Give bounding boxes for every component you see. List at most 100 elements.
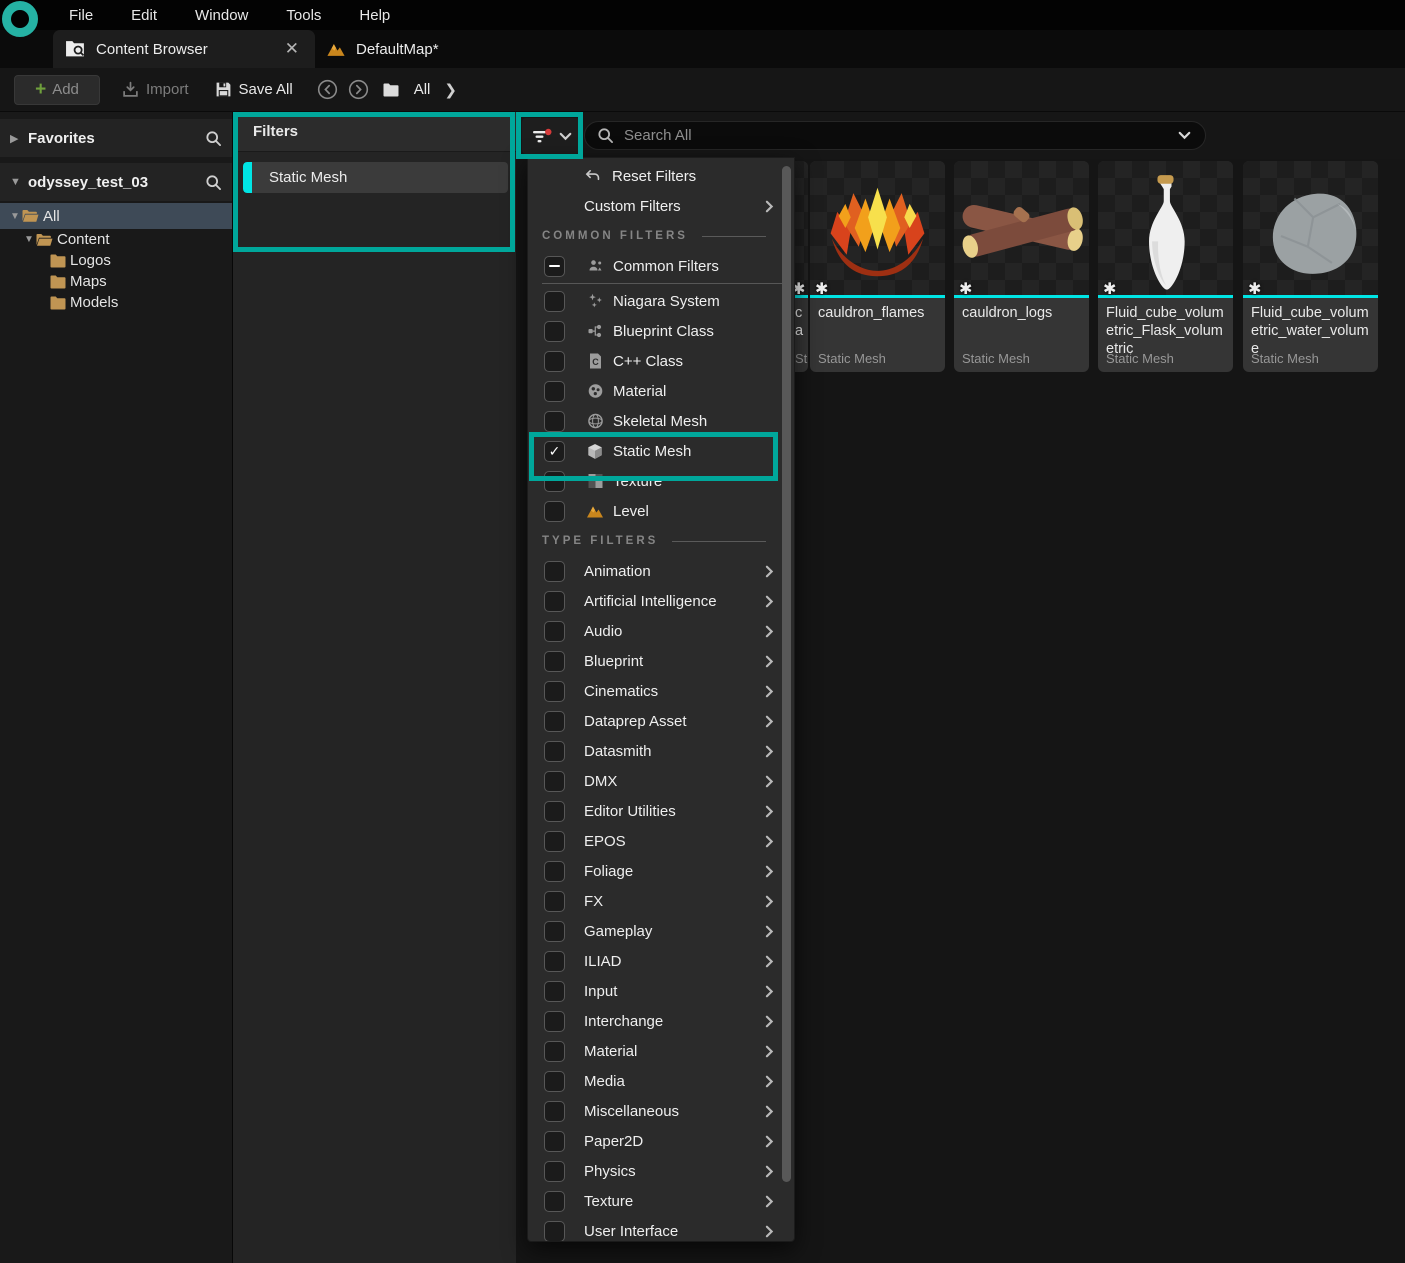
checkbox-unchecked[interactable] <box>544 381 565 402</box>
back-button[interactable] <box>317 79 338 100</box>
filter-item-niagara-system[interactable]: Niagara System <box>528 286 794 316</box>
search-options-chevron-icon[interactable] <box>1178 131 1191 140</box>
filter-item-animation[interactable]: Animation <box>528 556 794 586</box>
filter-item-iliad[interactable]: ILIAD <box>528 946 794 976</box>
checkbox-unchecked[interactable] <box>544 411 565 432</box>
search-input[interactable]: Search All <box>584 121 1206 150</box>
checkbox-unchecked[interactable] <box>544 591 565 612</box>
filter-item-fx[interactable]: FX <box>528 886 794 916</box>
filter-item-editor-utilities[interactable]: Editor Utilities <box>528 796 794 826</box>
close-tab-icon[interactable]: ✕ <box>281 39 303 59</box>
checkbox-unchecked[interactable] <box>544 291 565 312</box>
filter-item-level[interactable]: Level <box>528 496 794 526</box>
checkbox-unchecked[interactable] <box>544 1011 565 1032</box>
reset-filters-item[interactable]: Reset Filters <box>528 161 794 191</box>
search-icon[interactable] <box>205 130 222 147</box>
filter-item-input[interactable]: Input <box>528 976 794 1006</box>
filter-item-miscellaneous[interactable]: Miscellaneous <box>528 1096 794 1126</box>
app-logo-icon[interactable] <box>2 1 38 37</box>
checkbox-unchecked[interactable] <box>544 1041 565 1062</box>
checkbox-unchecked[interactable] <box>544 1131 565 1152</box>
checkbox-checked[interactable]: ✓ <box>544 441 565 462</box>
tree-item-models[interactable]: Models <box>0 292 232 313</box>
filter-item-blueprint-class[interactable]: Blueprint Class <box>528 316 794 346</box>
custom-filters-item[interactable]: Custom Filters <box>528 191 794 221</box>
filter-item-static-mesh[interactable]: ✓Static Mesh <box>528 436 794 466</box>
filter-item-dmx[interactable]: DMX <box>528 766 794 796</box>
checkbox-unchecked[interactable] <box>544 471 565 492</box>
forward-button[interactable] <box>348 79 369 100</box>
checkbox-unchecked[interactable] <box>544 741 565 762</box>
caret-down-icon[interactable]: ▼ <box>22 234 36 245</box>
asset-card-cauldron_flames[interactable]: ✱cauldron_flamesStatic Mesh <box>810 161 945 372</box>
filter-item-epos[interactable]: EPOS <box>528 826 794 856</box>
checkbox-unchecked[interactable] <box>544 861 565 882</box>
filter-item-material[interactable]: Material <box>528 376 794 406</box>
filter-item-physics[interactable]: Physics <box>528 1156 794 1186</box>
asset-card-cauldron_logs[interactable]: ✱cauldron_logsStatic Mesh <box>954 161 1089 372</box>
filter-item-media[interactable]: Media <box>528 1066 794 1096</box>
checkbox-unchecked[interactable] <box>544 981 565 1002</box>
checkbox-unchecked[interactable] <box>544 321 565 342</box>
favorites-header[interactable]: ▶ Favorites <box>0 119 232 157</box>
filter-item-material[interactable]: Material <box>528 1036 794 1066</box>
menu-window[interactable]: Window <box>176 2 267 29</box>
dropdown-scrollbar[interactable] <box>782 166 791 1182</box>
filter-item-gameplay[interactable]: Gameplay <box>528 916 794 946</box>
filter-item-texture[interactable]: Texture <box>528 466 794 496</box>
tab-defaultmap[interactable]: DefaultMap* <box>318 30 447 68</box>
tree-item-content[interactable]: ▼Content <box>0 229 232 250</box>
filter-item-c-class[interactable]: CC++ Class <box>528 346 794 376</box>
checkbox-unchecked[interactable] <box>544 351 565 372</box>
filter-item-artificial-intelligence[interactable]: Artificial Intelligence <box>528 586 794 616</box>
checkbox-unchecked[interactable] <box>544 921 565 942</box>
checkbox-unchecked[interactable] <box>544 651 565 672</box>
checkbox-unchecked[interactable] <box>544 1101 565 1122</box>
filters-dropdown-button[interactable] <box>522 118 580 154</box>
checkbox-unchecked[interactable] <box>544 771 565 792</box>
tree-item-maps[interactable]: Maps <box>0 271 232 292</box>
filter-item-blueprint[interactable]: Blueprint <box>528 646 794 676</box>
checkbox-unchecked[interactable] <box>544 891 565 912</box>
checkbox-unchecked[interactable] <box>544 681 565 702</box>
menu-help[interactable]: Help <box>340 2 409 29</box>
checkbox-unchecked[interactable] <box>544 951 565 972</box>
filter-item-interchange[interactable]: Interchange <box>528 1006 794 1036</box>
checkbox-unchecked[interactable] <box>544 831 565 852</box>
filter-item-cinematics[interactable]: Cinematics <box>528 676 794 706</box>
filter-item-datasmith[interactable]: Datasmith <box>528 736 794 766</box>
add-button[interactable]: + Add <box>14 75 100 105</box>
checkbox-unchecked[interactable] <box>544 801 565 822</box>
asset-card-fluid_cube_volumetric_water_volume[interactable]: ✱Fluid_cube_volumetric_water_volumeStati… <box>1243 161 1378 372</box>
breadcrumb-all[interactable]: All <box>414 81 431 98</box>
filter-item-user-interface[interactable]: User Interface <box>528 1216 794 1242</box>
menu-edit[interactable]: Edit <box>112 2 176 29</box>
menu-tools[interactable]: Tools <box>267 2 340 29</box>
save-all-button[interactable]: Save All <box>215 81 293 98</box>
checkbox-unchecked[interactable] <box>544 1161 565 1182</box>
checkbox-unchecked[interactable] <box>544 621 565 642</box>
filter-item-paper2d[interactable]: Paper2D <box>528 1126 794 1156</box>
breadcrumb-chevron-icon[interactable]: ❯ <box>444 81 457 99</box>
menu-file[interactable]: File <box>50 2 112 29</box>
checkbox-unchecked[interactable] <box>544 1191 565 1212</box>
filter-item-audio[interactable]: Audio <box>528 616 794 646</box>
checkbox-unchecked[interactable] <box>544 1071 565 1092</box>
checkbox-unchecked[interactable] <box>544 561 565 582</box>
checkbox-unchecked[interactable] <box>544 501 565 522</box>
path-folder-icon[interactable] <box>383 83 406 97</box>
filter-chip-static-mesh[interactable]: Static Mesh <box>243 162 508 193</box>
filter-item-foliage[interactable]: Foliage <box>528 856 794 886</box>
tree-item-logos[interactable]: Logos <box>0 250 232 271</box>
checkbox-unchecked[interactable] <box>544 711 565 732</box>
project-header[interactable]: ▼ odyssey_test_03 <box>0 163 232 201</box>
tab-content-browser[interactable]: Content Browser ✕ <box>53 30 315 68</box>
filter-item-skeletal-mesh[interactable]: Skeletal Mesh <box>528 406 794 436</box>
filter-item-dataprep-asset[interactable]: Dataprep Asset <box>528 706 794 736</box>
asset-card-fluid_cube_volumetric_flask_volumetric[interactable]: ✱Fluid_cube_volumetric_Flask_volumetricS… <box>1098 161 1233 372</box>
tree-item-all[interactable]: ▼All <box>0 203 232 229</box>
checkbox-unchecked[interactable] <box>544 1221 565 1242</box>
search-icon[interactable] <box>205 174 222 191</box>
filter-item-common-filters[interactable]: Common Filters <box>528 251 794 281</box>
checkbox-indeterminate[interactable] <box>544 256 565 277</box>
